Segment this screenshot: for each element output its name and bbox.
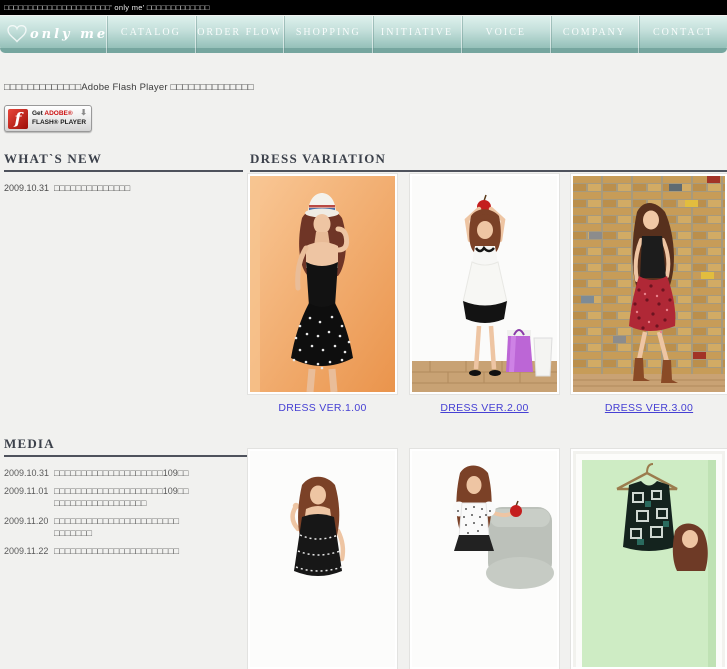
flash-button-get: Get xyxy=(32,109,45,117)
topbar-announcement: □□□□□□□□□□□□□□□□□□□□□□' only me' □□□□□□□… xyxy=(0,0,727,15)
media-text-line: □□□□□□□ xyxy=(54,528,93,539)
dress-ver2-link[interactable]: DRESS VER.2.00 xyxy=(410,402,559,414)
media-text: □□□□□□□□□□□□□□□□□□□□109□□ xyxy=(54,467,247,480)
dress-variation-section: DRESS VARIATION xyxy=(250,151,727,172)
dress-ver2-image xyxy=(412,176,557,392)
nav-item-contact[interactable]: CONTACT xyxy=(638,16,727,53)
dress-ver1-photo[interactable] xyxy=(248,174,397,394)
whats-new-text: □□□□□□□□□□□□□□ xyxy=(54,183,131,193)
nav-item-company[interactable]: COMPANY xyxy=(549,16,639,53)
whats-new-date: 2009.10.31 xyxy=(4,183,50,193)
media-text-line: □□□□□□□□□□□□□□□□□ xyxy=(54,498,147,509)
media-entry: 2009.11.22 □□□□□□□□□□□□□□□□□□□□□□□ xyxy=(4,545,247,558)
media-section: MEDIA 2009.10.31 □□□□□□□□□□□□□□□□□□□□109… xyxy=(4,436,247,558)
logo-text: only me xyxy=(30,27,109,42)
media-entry: 2009.11.20 □□□□□□□□□□□□□□□□□□□□□□□ □□□□□… xyxy=(4,515,247,540)
nav-item-order-flow[interactable]: ORDER FLOW xyxy=(194,16,284,53)
dress-ver2-photo[interactable] xyxy=(410,174,559,394)
media-text-line: □□□□□□□□□□□□□□□□□□□□109□□ xyxy=(54,468,189,478)
whats-new-section: WHAT`S NEW 2009.10.31 □□□□□□□□□□□□□□ xyxy=(4,151,243,193)
media-text-line: □□□□□□□□□□□□□□□□□□□□109□□ xyxy=(54,485,189,496)
media-text: □□□□□□□□□□□□□□□□□□□□109□□ □□□□□□□□□□□□□□… xyxy=(54,485,247,510)
heart-logo-icon xyxy=(7,24,27,48)
nav-item-initiative[interactable]: INITIATIVE xyxy=(372,16,461,53)
flash-logo-icon: f xyxy=(8,108,28,129)
whats-new-title: WHAT`S NEW xyxy=(4,151,243,172)
flash-required-message: □□□□□□□□□□□□□Adobe Flash Player □□□□□□□□… xyxy=(4,82,254,93)
media-text-line: □□□□□□□□□□□□□□□□□□□□□□□ xyxy=(54,515,180,526)
media-entry: 2009.10.31 □□□□□□□□□□□□□□□□□□□□109□□ xyxy=(4,467,247,480)
dress-bottom1-image xyxy=(250,451,395,667)
flash-button-brand: ADOBE® xyxy=(44,109,73,117)
nav-item-catalog[interactable]: CATALOG xyxy=(106,16,195,53)
main-nav: only me CATALOG ORDER FLOW SHOPPING INIT… xyxy=(0,16,727,53)
media-date: 2009.11.01 xyxy=(4,485,49,496)
dress-ver3-image xyxy=(573,176,725,392)
dress-ver1-image xyxy=(250,176,395,392)
media-date: 2009.10.31 xyxy=(4,468,50,478)
nav-item-shopping[interactable]: SHOPPING xyxy=(283,16,372,53)
dress-ver1-link[interactable]: DRESS VER.1.00 xyxy=(248,402,397,414)
dress-photo-bottom-1[interactable] xyxy=(248,449,397,669)
media-text: □□□□□□□□□□□□□□□□□□□□□□□ □□□□□□□ xyxy=(54,515,247,540)
media-date: 2009.11.22 xyxy=(4,545,49,556)
dress-bottom2-image xyxy=(412,451,557,667)
media-title: MEDIA xyxy=(4,436,247,457)
dress-variation-title: DRESS VARIATION xyxy=(250,151,727,172)
media-entry: 2009.11.01 □□□□□□□□□□□□□□□□□□□□109□□ □□□… xyxy=(4,485,247,510)
dress-ver3-link[interactable]: DRESS VER.3.00 xyxy=(571,402,727,414)
media-date: 2009.11.20 xyxy=(4,515,49,526)
media-text: □□□□□□□□□□□□□□□□□□□□□□□ xyxy=(54,545,247,558)
download-arrow-icon: ⬇ xyxy=(80,108,87,117)
dress-ver3-photo[interactable] xyxy=(571,174,727,394)
dress-photo-bottom-3[interactable] xyxy=(571,449,727,669)
get-flash-player-button[interactable]: f Get ADOBE® FLASH® PLAYER ⬇ xyxy=(4,105,92,132)
flash-button-label: Get ADOBE® FLASH® PLAYER xyxy=(32,110,86,128)
logo-only-me[interactable]: only me xyxy=(0,16,106,53)
nav-item-voice[interactable]: VOICE xyxy=(460,16,550,53)
whats-new-entry: 2009.10.31 □□□□□□□□□□□□□□ xyxy=(4,183,243,193)
dress-photo-bottom-2[interactable] xyxy=(410,449,559,669)
flash-button-line2: FLASH® PLAYER xyxy=(32,118,87,126)
dress-bottom3-image xyxy=(573,451,725,667)
media-text-line: □□□□□□□□□□□□□□□□□□□□□□□ xyxy=(54,545,180,556)
